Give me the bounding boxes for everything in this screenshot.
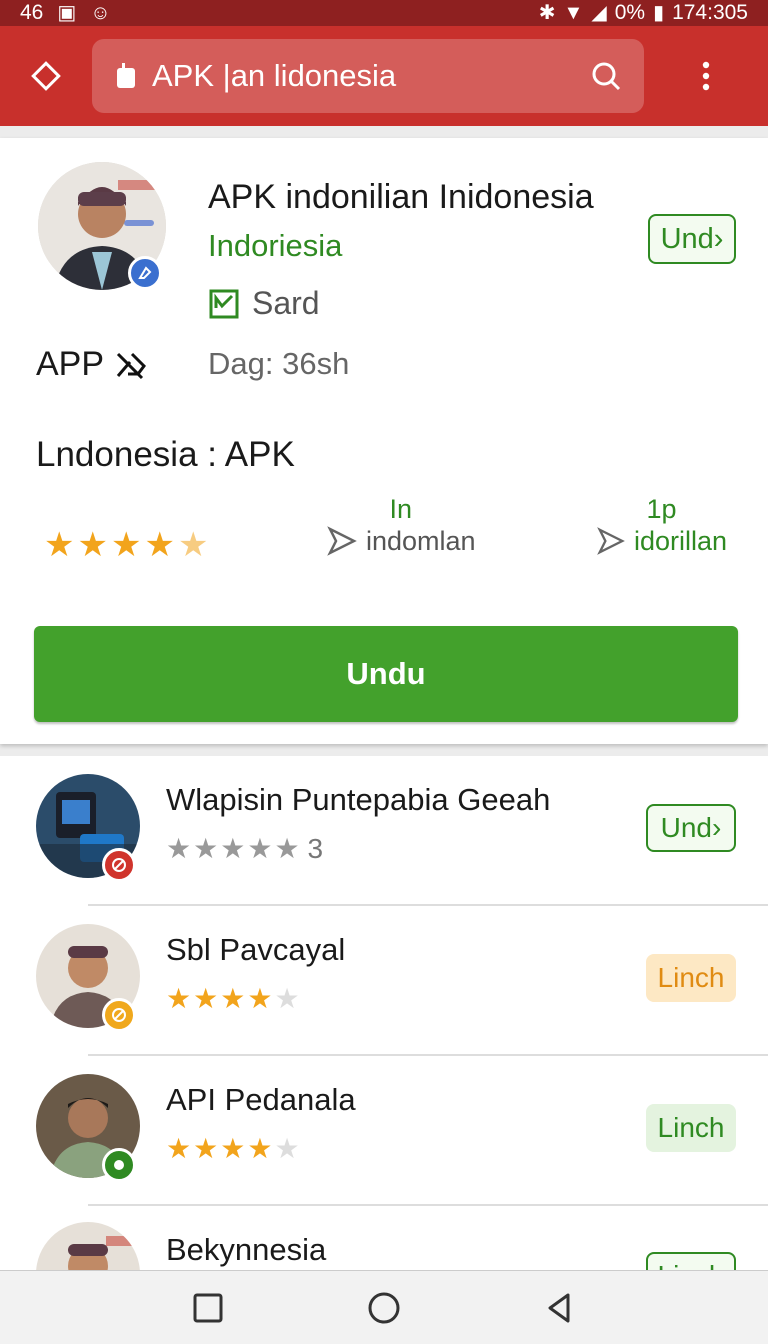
star-icon: ★ (166, 983, 192, 1014)
stat-installs-label: indomlan (366, 525, 476, 556)
stat-installs: In indomlan (326, 494, 476, 557)
category-label: Sard (252, 285, 320, 321)
more-options-button[interactable] (644, 26, 768, 126)
list-item-rating: ★ ★ ★ ★ ★ 3 (166, 832, 323, 865)
list-item[interactable]: API Pedanala ★ ★ ★ ★ ★ Linch (0, 1056, 768, 1206)
star-icon: ★ (166, 1133, 192, 1164)
related-apps-list: Wlapisin Puntepabia Geeah ★ ★ ★ ★ ★ 3 Un… (0, 756, 768, 1270)
list-item[interactable]: Sbl Pavcayal ★ ★ ★ ★ ★ Linch (0, 906, 768, 1056)
status-bar: 46 ▣ ☺ ✱ ▼ ◢ 0% ▮ 174:305 (0, 0, 768, 26)
list-item-rating: ★ ★ ★ ★ ★ (166, 982, 300, 1015)
star-icon: ★ (247, 833, 273, 864)
blocked-badge-icon (102, 848, 136, 882)
stat-installs-value: In (389, 494, 413, 524)
status-number: 46 (20, 1, 44, 24)
home-icon[interactable] (367, 1291, 401, 1325)
status-time: 174:305 (672, 1, 748, 24)
list-item-avatar (36, 1222, 140, 1270)
star-icon: ★ (247, 1133, 273, 1164)
list-item-name: Sbl Pavcayal (166, 932, 346, 967)
list-item-action-button[interactable]: Linch (646, 954, 736, 1002)
home-button[interactable] (0, 26, 92, 126)
star-icon: ★ (44, 526, 75, 564)
download-arrow-icon (327, 526, 357, 556)
star-icon: ★ (144, 526, 175, 564)
star-icon: ★ (110, 526, 142, 564)
star-icon: ★ (274, 983, 300, 1014)
list-item-action-button[interactable]: Linch (646, 1252, 736, 1270)
app-title: APK indonilian Inidonesia (208, 178, 594, 216)
signal-icon: ◢ (591, 2, 607, 24)
search-icon[interactable] (590, 60, 622, 92)
list-item-name: API Pedanala (166, 1082, 356, 1117)
category-row: Sard (208, 285, 320, 322)
rating-stars: ★ ★ ★ ★ ★ (44, 528, 208, 562)
list-item[interactable]: Bekynnesia Linch (0, 1206, 768, 1270)
list-item-action-button[interactable]: Linch (646, 1104, 736, 1152)
header-download-button[interactable]: Und› (648, 214, 736, 264)
app-label: APP (36, 345, 105, 383)
section-subtitle: Lndonesia : APK (36, 435, 295, 474)
stat-size-value: 1p (646, 494, 677, 524)
recents-icon[interactable] (192, 1292, 224, 1324)
android-badge-icon (102, 1148, 136, 1182)
downloads-count: Dag: 36sh (208, 346, 350, 381)
back-icon[interactable] (544, 1292, 576, 1324)
search-input[interactable]: APK |an lidonesia (152, 58, 590, 94)
battery-percent: 0% (614, 1, 646, 24)
toolbar: APK |an lidonesia (0, 26, 768, 126)
star-icon: ★ (77, 526, 108, 564)
list-item-rating: ★ ★ ★ ★ ★ (166, 1132, 300, 1165)
list-item-name: Wlapisin Puntepabia Geeah (166, 782, 551, 817)
list-item-action-button[interactable]: Und› (646, 804, 736, 852)
rating-count: 3 (307, 832, 324, 864)
half-star-icon: ★ (177, 526, 209, 564)
star-icon: ★ (193, 1133, 219, 1164)
more-vert-icon (702, 61, 710, 91)
cat-icon: ☺ (90, 2, 111, 24)
list-item[interactable]: Wlapisin Puntepabia Geeah ★ ★ ★ ★ ★ 3 Un… (0, 756, 768, 906)
star-icon: ★ (220, 983, 246, 1014)
system-nav-bar (0, 1270, 768, 1344)
search-bar[interactable]: APK |an lidonesia (92, 39, 644, 113)
star-icon: ★ (166, 833, 192, 864)
star-icon: ★ (247, 983, 273, 1014)
star-icon: ★ (274, 833, 300, 864)
image-icon: ▣ (57, 2, 77, 24)
app-detail-card: APK indonilian Inidonesia Indoriesia Sar… (0, 138, 768, 744)
battery-icon: ▮ (653, 2, 665, 24)
stat-size-label: idorillan (634, 525, 728, 556)
install-button[interactable]: Undu (34, 626, 738, 722)
star-icon: ★ (274, 1133, 300, 1164)
stat-size: 1p idorillan (596, 494, 727, 557)
android-app-icon (117, 63, 135, 88)
warning-badge-icon (102, 998, 136, 1032)
star-icon: ★ (193, 983, 219, 1014)
star-icon: ★ (220, 833, 246, 864)
list-item-name: Bekynnesia (166, 1232, 327, 1267)
diamond-icon (31, 61, 61, 91)
verified-badge-icon (128, 256, 162, 290)
developer-name[interactable]: Indoriesia (208, 228, 342, 264)
bluetooth-icon: ✱ (538, 2, 556, 24)
star-icon: ★ (220, 1133, 246, 1164)
star-icon: ★ (193, 833, 219, 864)
checkbox-icon (209, 289, 239, 318)
app-tag: APP (36, 345, 148, 384)
wifi-icon: ▼ (563, 2, 584, 24)
share-arrow-icon (597, 527, 625, 555)
no-ads-icon (116, 352, 147, 379)
